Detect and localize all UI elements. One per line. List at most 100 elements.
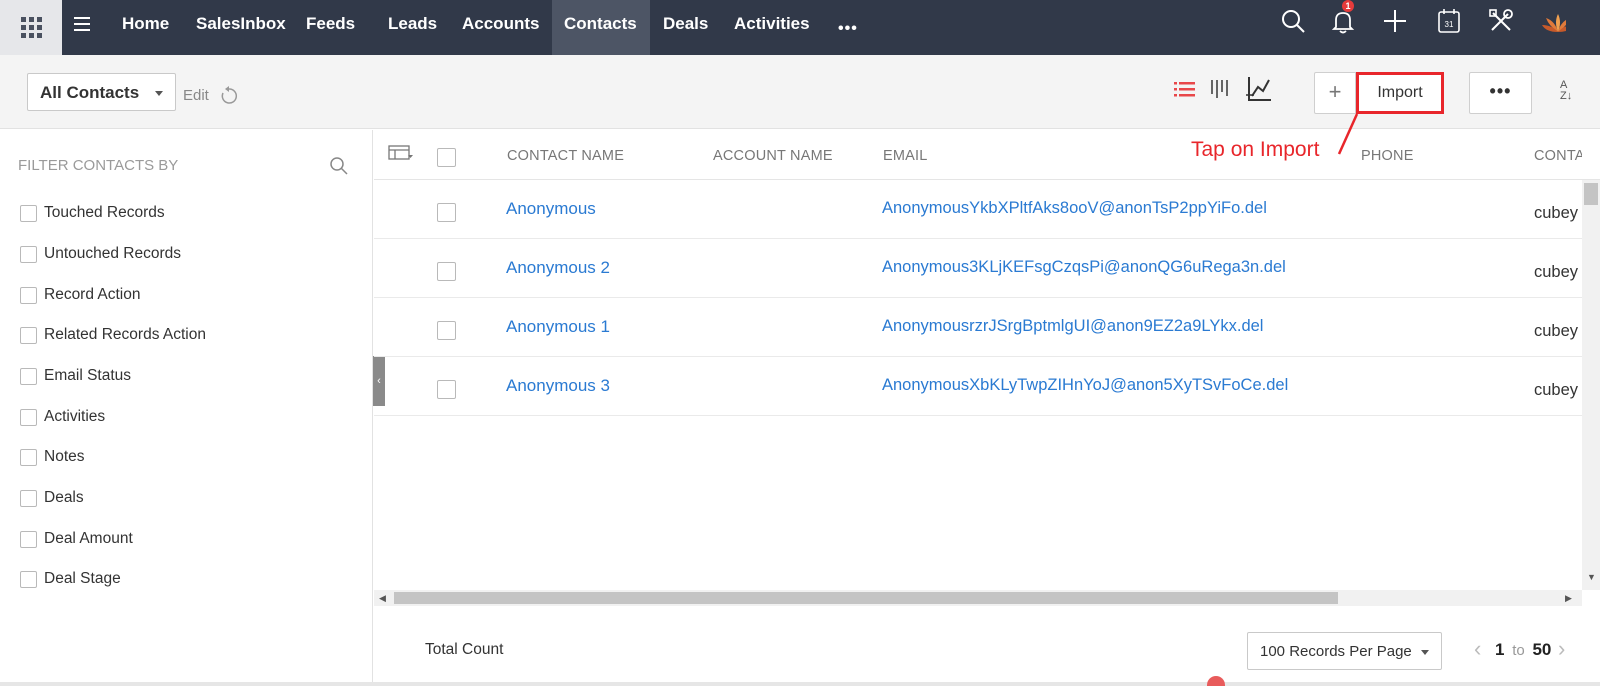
- contact-name-link[interactable]: Anonymous: [506, 199, 596, 219]
- filter-email-status[interactable]: Email Status: [20, 366, 131, 386]
- scroll-right-arrow-icon[interactable]: ▶: [1565, 593, 1572, 604]
- records-per-page-label: 100 Records Per Page: [1260, 643, 1412, 660]
- total-count-link[interactable]: Total Count: [425, 641, 503, 659]
- contact-email-link[interactable]: Anonymous3KLjKEFsgCzqsPi@anonQG6uRega3n.…: [882, 258, 1286, 277]
- scroll-down-arrow-icon[interactable]: ▼: [1587, 572, 1596, 582]
- vertical-scrollbar[interactable]: [1582, 180, 1600, 590]
- bottom-bar: [0, 682, 1600, 686]
- calendar-icon[interactable]: 31: [1436, 7, 1462, 33]
- contact-owner: cubey: [1534, 263, 1579, 281]
- nav-activities[interactable]: Activities: [722, 0, 822, 55]
- column-header-account-name[interactable]: ACCOUNT NAME: [713, 148, 833, 164]
- lotus-logo-icon[interactable]: [1540, 10, 1566, 36]
- annotation-text: Tap on Import: [1191, 138, 1320, 161]
- filter-search-icon[interactable]: [329, 156, 349, 176]
- bell-icon[interactable]: [1330, 8, 1356, 34]
- nav-leads[interactable]: Leads: [376, 0, 449, 55]
- nav-accounts[interactable]: Accounts: [450, 0, 551, 55]
- row-checkbox[interactable]: [437, 321, 456, 340]
- chevron-down-icon: [155, 91, 163, 96]
- contact-email-link[interactable]: AnonymousXbKLyTwpZIHnYoJ@anon5XyTSvFoCe.…: [882, 376, 1288, 395]
- column-header-contact-name[interactable]: CONTACT NAME: [507, 148, 624, 164]
- filter-label: Related Records Action: [44, 326, 206, 343]
- filter-related-records-action[interactable]: Related Records Action: [20, 325, 206, 345]
- row-checkbox[interactable]: [437, 380, 456, 399]
- search-icon[interactable]: [1280, 8, 1306, 34]
- filter-label: Deal Stage: [44, 570, 121, 587]
- filter-deal-amount[interactable]: Deal Amount: [20, 529, 133, 549]
- filter-label: Deals: [44, 489, 84, 506]
- create-contact-button[interactable]: +: [1314, 72, 1356, 114]
- page-to: 50: [1532, 640, 1552, 659]
- edit-view-link[interactable]: Edit: [183, 87, 209, 104]
- next-page-icon[interactable]: ›: [1558, 636, 1565, 662]
- chevron-down-icon: [1421, 650, 1429, 655]
- refresh-icon[interactable]: [219, 86, 239, 106]
- import-button[interactable]: Import: [1356, 72, 1444, 114]
- filter-touched-records[interactable]: Touched Records: [20, 203, 165, 223]
- column-header-email[interactable]: EMAIL: [883, 148, 928, 164]
- vertical-scrollbar-thumb[interactable]: [1584, 183, 1598, 205]
- contact-owner: cubey: [1534, 322, 1579, 340]
- view-selector-dropdown[interactable]: All Contacts: [27, 73, 176, 111]
- column-header-phone[interactable]: PHONE: [1361, 148, 1414, 164]
- contact-owner: cubey: [1534, 381, 1579, 399]
- tools-icon[interactable]: [1488, 8, 1514, 34]
- contact-owner: cubey: [1534, 204, 1579, 222]
- filter-deals[interactable]: Deals: [20, 488, 84, 508]
- filter-activities[interactable]: Activities: [20, 407, 105, 427]
- annotation-pointer-line: [1337, 113, 1359, 155]
- plus-icon[interactable]: [1382, 8, 1408, 34]
- filter-checkbox[interactable]: [20, 530, 37, 548]
- filter-checkbox[interactable]: [20, 326, 37, 344]
- filter-checkbox[interactable]: [20, 367, 37, 385]
- nav-contacts[interactable]: Contacts: [552, 0, 650, 55]
- filter-sidebar-title: FILTER CONTACTS BY: [18, 157, 179, 174]
- filter-label: Touched Records: [44, 204, 165, 221]
- contact-email-link[interactable]: AnonymousYkbXPltfAks8ooV@anonTsP2ppYiFo.…: [882, 199, 1267, 218]
- row-checkbox[interactable]: [437, 262, 456, 281]
- chart-view-icon[interactable]: [1246, 76, 1272, 104]
- kanban-view-icon[interactable]: [1210, 79, 1232, 101]
- horizontal-scrollbar-thumb[interactable]: [394, 592, 1338, 604]
- contact-name-link[interactable]: Anonymous 3: [506, 376, 610, 396]
- contact-email-link[interactable]: AnonymousrzrJSrgBptmlgUI@anon9EZ2a9LYkx.…: [882, 317, 1263, 336]
- filter-deal-stage[interactable]: Deal Stage: [20, 569, 121, 589]
- filter-checkbox[interactable]: [20, 448, 37, 466]
- scroll-left-arrow-icon[interactable]: ◀: [379, 593, 386, 604]
- filter-checkbox[interactable]: [20, 570, 37, 588]
- filter-checkbox[interactable]: [20, 408, 37, 426]
- filter-label: Notes: [44, 448, 85, 465]
- hamburger-menu-icon[interactable]: [74, 17, 90, 31]
- filter-label: Email Status: [44, 367, 132, 384]
- previous-page-icon[interactable]: ‹: [1474, 636, 1481, 662]
- filter-checkbox[interactable]: [20, 489, 37, 507]
- list-view-icon[interactable]: [1174, 80, 1196, 102]
- calendar-day-text: 31: [1445, 20, 1454, 29]
- filter-checkbox[interactable]: [20, 286, 37, 304]
- contact-name-link[interactable]: Anonymous 2: [506, 258, 610, 278]
- contact-name-link[interactable]: Anonymous 1: [506, 317, 610, 337]
- filter-checkbox[interactable]: [20, 245, 37, 263]
- nav-more-button[interactable]: •••: [838, 20, 858, 38]
- filter-label: Activities: [44, 408, 106, 425]
- nav-feeds[interactable]: Feeds: [294, 0, 367, 55]
- nav-deals[interactable]: Deals: [651, 0, 720, 55]
- row-checkbox[interactable]: [437, 203, 456, 222]
- app-grid-button[interactable]: [0, 0, 62, 55]
- filter-checkbox[interactable]: [20, 204, 37, 222]
- more-actions-button[interactable]: •••: [1469, 72, 1532, 114]
- sort-bottom-letter: Z↓: [1560, 90, 1573, 102]
- grid-icon: [20, 17, 42, 38]
- records-per-page-dropdown[interactable]: 100 Records Per Page: [1247, 632, 1442, 670]
- filter-untouched-records[interactable]: Untouched Records: [20, 244, 181, 264]
- filter-record-action[interactable]: Record Action: [20, 285, 141, 305]
- nav-salesinbox[interactable]: SalesInbox: [184, 0, 298, 55]
- select-all-checkbox[interactable]: [437, 148, 456, 167]
- filter-notes[interactable]: Notes: [20, 447, 85, 467]
- column-settings-icon[interactable]: [388, 144, 414, 164]
- sort-az-button[interactable]: A Z↓: [1560, 80, 1572, 102]
- page-range: 1 to 50: [1495, 640, 1551, 660]
- nav-home[interactable]: Home: [110, 0, 181, 55]
- column-header-contact-owner[interactable]: CONTACT: [1534, 148, 1582, 164]
